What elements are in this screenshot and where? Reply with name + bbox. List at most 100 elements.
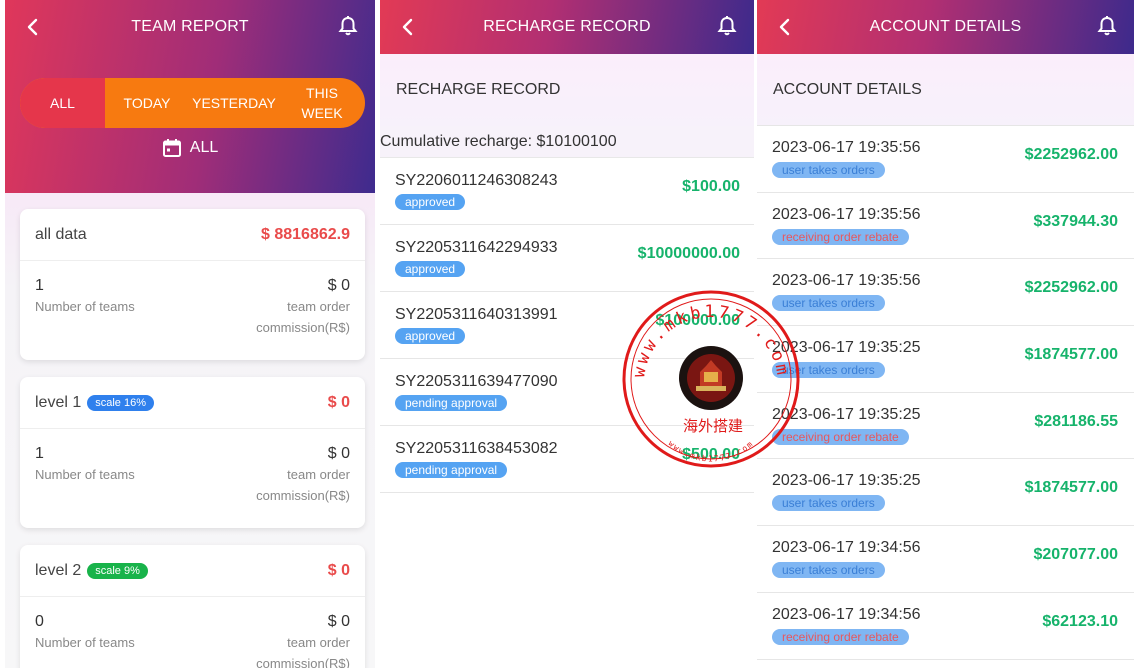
list-item[interactable]: SY2205311638453082 pending approval $500… xyxy=(380,426,754,493)
tab-today[interactable]: TODAY xyxy=(105,78,189,128)
entry-amount: $2252962.00 xyxy=(1024,279,1118,297)
list-item[interactable]: 2023-06-17 19:35:56 receiving order reba… xyxy=(757,192,1134,260)
recharge-amount: $100.00 xyxy=(682,178,740,195)
tab-this-week[interactable]: THIS WEEK xyxy=(279,78,365,128)
order-id: SY2205311638453082 xyxy=(395,440,558,457)
entry-type-tag: receiving order rebate xyxy=(772,628,909,645)
commission-value: $ 0 xyxy=(327,277,350,294)
level-label: level 1 xyxy=(35,393,82,411)
list-item[interactable]: SY2205311639477090 pending approval xyxy=(380,359,754,426)
team-report-screen: TEAM REPORT ALL TODAY YESTERDAY THIS WEE… xyxy=(5,0,375,668)
screenshot-collage: TEAM REPORT ALL TODAY YESTERDAY THIS WEE… xyxy=(0,0,1134,668)
recharge-amount: $500.00 xyxy=(682,446,740,463)
entry-type-tag: receiving order rebate xyxy=(772,428,909,445)
scale-badge: scale 9% xyxy=(87,562,148,579)
list-item[interactable]: 2023-06-17 19:35:56 user takes orders $2… xyxy=(757,259,1134,327)
team-count: 1 xyxy=(35,277,44,294)
commission-label-line2: commission(R$) xyxy=(256,488,350,503)
order-id: SY2205311642294933 xyxy=(395,239,558,256)
card-stats: 1 Number of teams $ 0 team order commiss… xyxy=(20,445,365,503)
recharge-amount: $10000000.00 xyxy=(637,245,740,262)
entry-time: 2023-06-17 19:34:56 xyxy=(772,539,921,557)
entry-amount: $207077.00 xyxy=(1033,546,1118,564)
back-arrow-icon[interactable] xyxy=(398,17,418,37)
team-count-label: Number of teams xyxy=(35,467,135,482)
team-count: 0 xyxy=(35,613,44,630)
recharge-topbar: RECHARGE RECORD xyxy=(380,0,754,54)
entry-amount: $281186.55 xyxy=(1034,412,1118,430)
list-item[interactable]: 2023-06-17 19:34:56 receiving order reba… xyxy=(757,592,1134,660)
list-item[interactable]: 2023-06-17 19:34:56 user takes orders $2… xyxy=(757,526,1134,593)
cumulative-recharge: Cumulative recharge: $10100100 xyxy=(380,126,754,158)
bell-icon[interactable] xyxy=(337,15,359,37)
team-count-label: Number of teams xyxy=(35,635,135,650)
commission-value: $ 0 xyxy=(327,445,350,462)
team-card-level-2: level 2 scale 9% $ 0 0 Number of teams $… xyxy=(20,545,365,668)
card-title: all data xyxy=(35,225,87,243)
tab-yesterday[interactable]: YESTERDAY xyxy=(189,78,279,128)
bell-icon[interactable] xyxy=(716,15,738,37)
entry-time: 2023-06-17 19:35:25 xyxy=(772,472,921,490)
commission-label-line2: commission(R$) xyxy=(256,656,350,668)
recharge-list: SY2206011246308243 approved $100.00 SY22… xyxy=(380,158,754,493)
entry-type-tag: user takes orders xyxy=(772,362,885,379)
card-title: level 1 scale 16% xyxy=(35,393,155,412)
entry-time: 2023-06-17 19:34:56 xyxy=(772,605,921,623)
card-stats: 1 Number of teams $ 0 team order commiss… xyxy=(20,277,365,335)
account-topbar: ACCOUNT DETAILS xyxy=(757,0,1134,54)
card-title: level 2 scale 9% xyxy=(35,562,148,580)
entry-amount: $1874577.00 xyxy=(1024,346,1118,364)
list-item[interactable]: 2023-06-17 19:35:25 user takes orders $1… xyxy=(757,326,1134,393)
tab-all[interactable]: ALL xyxy=(20,78,105,128)
team-card-level-1: level 1 scale 16% $ 0 1 Number of teams … xyxy=(20,377,365,528)
page-title: TEAM REPORT xyxy=(131,18,249,35)
card-amount: $ 8816862.9 xyxy=(261,225,350,243)
commission-label-line1: team order xyxy=(287,299,350,314)
entry-amount: $337944.30 xyxy=(1033,212,1118,230)
calendar-icon xyxy=(162,139,181,157)
recharge-record-screen: RECHARGE RECORD RECHARGE RECORD Cumulati… xyxy=(380,0,754,668)
section-heading: RECHARGE RECORD xyxy=(380,54,754,126)
team-count-label: Number of teams xyxy=(35,299,135,314)
list-item[interactable]: 2023-06-17 19:35:25 user takes orders $1… xyxy=(757,459,1134,527)
bell-icon[interactable] xyxy=(1096,15,1118,37)
order-id: SY2205311639477090 xyxy=(395,373,558,390)
card-amount: $ 0 xyxy=(327,393,350,411)
entry-time: 2023-06-17 19:35:56 xyxy=(772,272,921,290)
entry-type-tag: user takes orders xyxy=(772,562,885,579)
recharge-amount: $100000.00 xyxy=(655,312,740,329)
back-arrow-icon[interactable] xyxy=(775,17,795,37)
page-title: ACCOUNT DETAILS xyxy=(869,18,1022,35)
back-arrow-icon[interactable] xyxy=(23,17,43,37)
commission-label-line1: team order xyxy=(287,635,350,650)
list-item[interactable]: SY2205311640313991 approved $100000.00 xyxy=(380,292,754,359)
team-count: 1 xyxy=(35,445,44,462)
status-badge: approved xyxy=(395,328,466,344)
entry-type-tag: receiving order rebate xyxy=(772,228,909,245)
entry-type-tag: user takes orders xyxy=(772,295,885,312)
date-filter[interactable]: ALL xyxy=(5,138,375,158)
section-heading: ACCOUNT DETAILS xyxy=(757,54,1134,126)
list-item[interactable]: SY2205311642294933 approved $10000000.00 xyxy=(380,225,754,292)
level-label: level 2 xyxy=(35,561,82,579)
team-report-header: TEAM REPORT ALL TODAY YESTERDAY THIS WEE… xyxy=(5,0,375,193)
list-item[interactable]: 2023-06-17 19:35:25 receiving order reba… xyxy=(757,392,1134,460)
entry-amount: $2252962.00 xyxy=(1024,146,1118,163)
card-header: level 1 scale 16% $ 0 xyxy=(20,377,365,429)
card-header: level 2 scale 9% $ 0 xyxy=(20,545,365,597)
date-filter-label: ALL xyxy=(189,139,219,156)
card-header: all data $ 8816862.9 xyxy=(20,209,365,261)
entry-type-tag: user takes orders xyxy=(772,162,885,178)
order-id: SY2205311640313991 xyxy=(395,306,558,323)
commission-label-line1: team order xyxy=(287,467,350,482)
status-badge: approved xyxy=(395,194,466,210)
entry-time: 2023-06-17 19:35:56 xyxy=(772,205,921,223)
list-item[interactable]: SY2206011246308243 approved $100.00 xyxy=(380,158,754,225)
commission-value: $ 0 xyxy=(327,613,350,630)
entry-time: 2023-06-17 19:35:25 xyxy=(772,339,921,357)
entry-time: 2023-06-17 19:35:56 xyxy=(772,139,921,156)
entry-type-tag: user takes orders xyxy=(772,495,885,512)
list-item[interactable]: 2023-06-17 19:35:56 user takes orders $2… xyxy=(757,126,1134,193)
account-details-screen: ACCOUNT DETAILS ACCOUNT DETAILS 2023-06-… xyxy=(757,0,1134,668)
period-tabs: ALL TODAY YESTERDAY THIS WEEK xyxy=(20,78,365,128)
